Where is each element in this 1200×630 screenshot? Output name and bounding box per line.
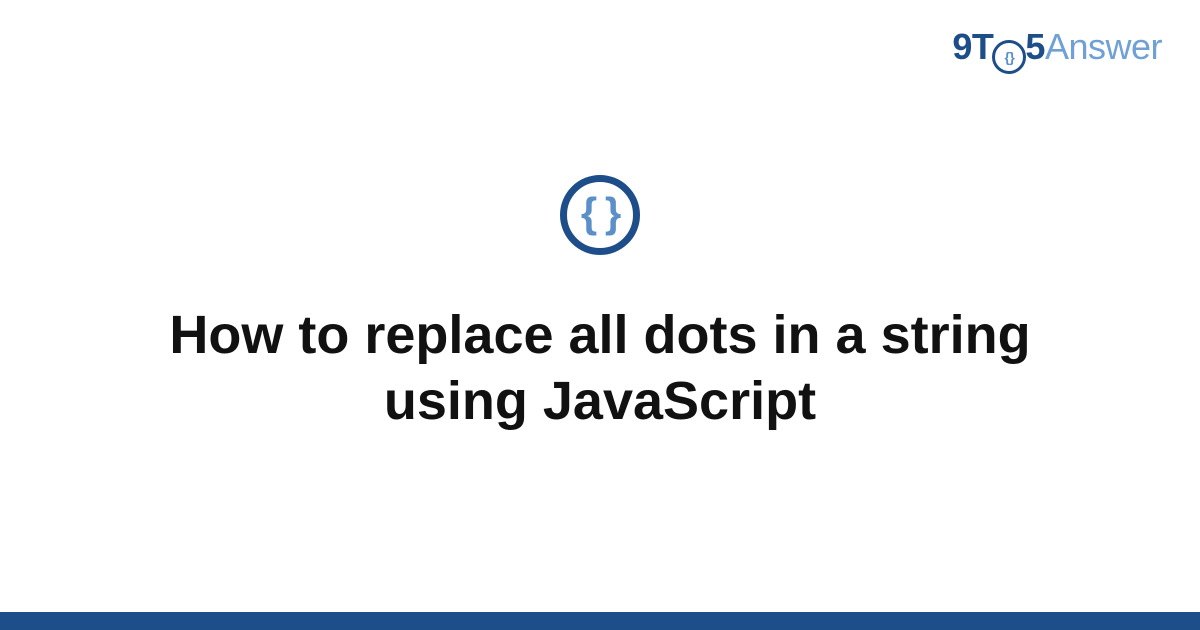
braces-icon: { } bbox=[581, 192, 619, 234]
main-content: { } How to replace all dots in a string … bbox=[0, 0, 1200, 630]
footer-accent-bar bbox=[0, 612, 1200, 630]
category-badge: { } bbox=[560, 175, 640, 255]
page-title: How to replace all dots in a string usin… bbox=[90, 303, 1110, 435]
